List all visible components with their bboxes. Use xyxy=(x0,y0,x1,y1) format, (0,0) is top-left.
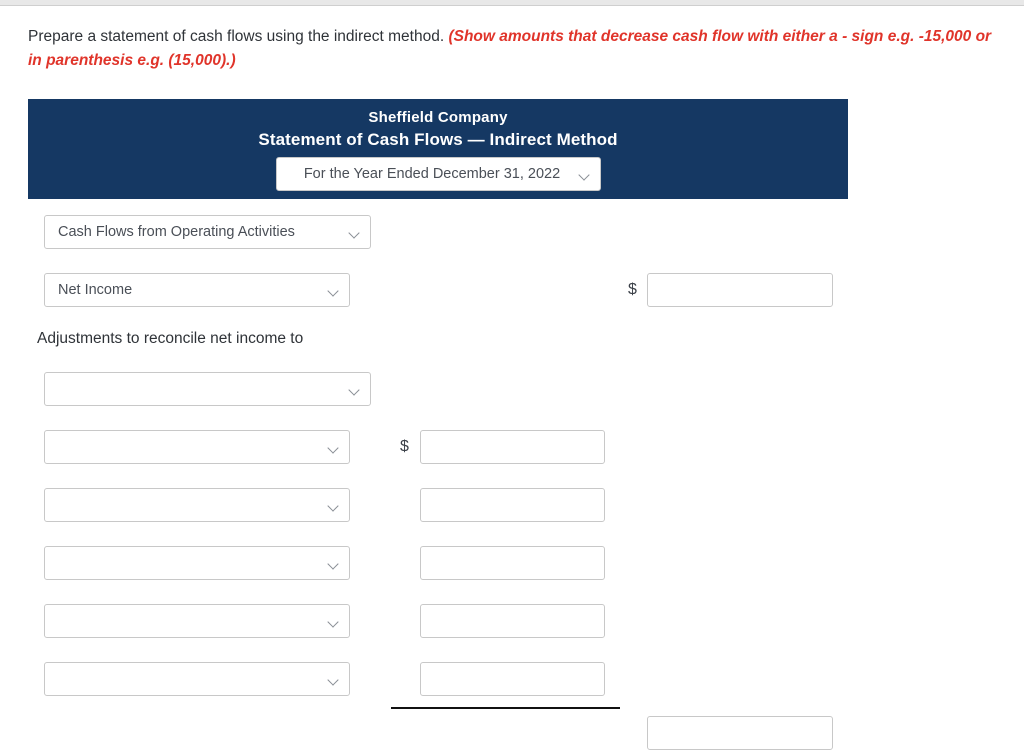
subtotal-rule xyxy=(391,707,620,709)
adjustment-amount-input-3[interactable] xyxy=(420,546,605,580)
company-name: Sheffield Company xyxy=(368,109,508,126)
adjustment-amount-input-4[interactable] xyxy=(420,604,605,638)
currency-symbol-adjustment-1: $ xyxy=(400,438,409,455)
subtotal-amount-input[interactable] xyxy=(647,716,833,750)
adjustment-amount-input-5[interactable] xyxy=(420,662,605,696)
statement-header-band: Sheffield Company Statement of Cash Flow… xyxy=(28,99,848,199)
currency-symbol-net-income: $ xyxy=(628,281,637,298)
adjustment-select-4[interactable] xyxy=(44,604,350,638)
operating-activities-select[interactable]: Cash Flows from Operating Activities xyxy=(44,215,371,249)
adjustment-select-3[interactable] xyxy=(44,546,350,580)
net-income-select[interactable]: Net Income xyxy=(44,273,350,307)
adjustment-select-5[interactable] xyxy=(44,662,350,696)
adjustment-amount-input-2[interactable] xyxy=(420,488,605,522)
browser-top-bar xyxy=(0,0,1024,6)
period-select[interactable]: For the Year Ended December 31, 2022 xyxy=(276,157,601,191)
instructions-main-text: Prepare a statement of cash flows using … xyxy=(28,28,445,45)
adjustments-label: Adjustments to reconcile net income to xyxy=(37,330,304,347)
adjustment-select-0[interactable] xyxy=(44,372,371,406)
instructions-paragraph: Prepare a statement of cash flows using … xyxy=(28,25,1000,73)
statement-title: Statement of Cash Flows — Indirect Metho… xyxy=(258,130,618,149)
net-income-amount-input[interactable] xyxy=(647,273,833,307)
adjustment-amount-input-1[interactable] xyxy=(420,430,605,464)
period-select-value: For the Year Ended December 31, 2022 xyxy=(303,166,561,182)
adjustment-select-1[interactable] xyxy=(44,430,350,464)
net-income-select-value: Net Income xyxy=(58,282,133,298)
adjustment-select-2[interactable] xyxy=(44,488,350,522)
operating-activities-select-value: Cash Flows from Operating Activities xyxy=(58,224,295,240)
